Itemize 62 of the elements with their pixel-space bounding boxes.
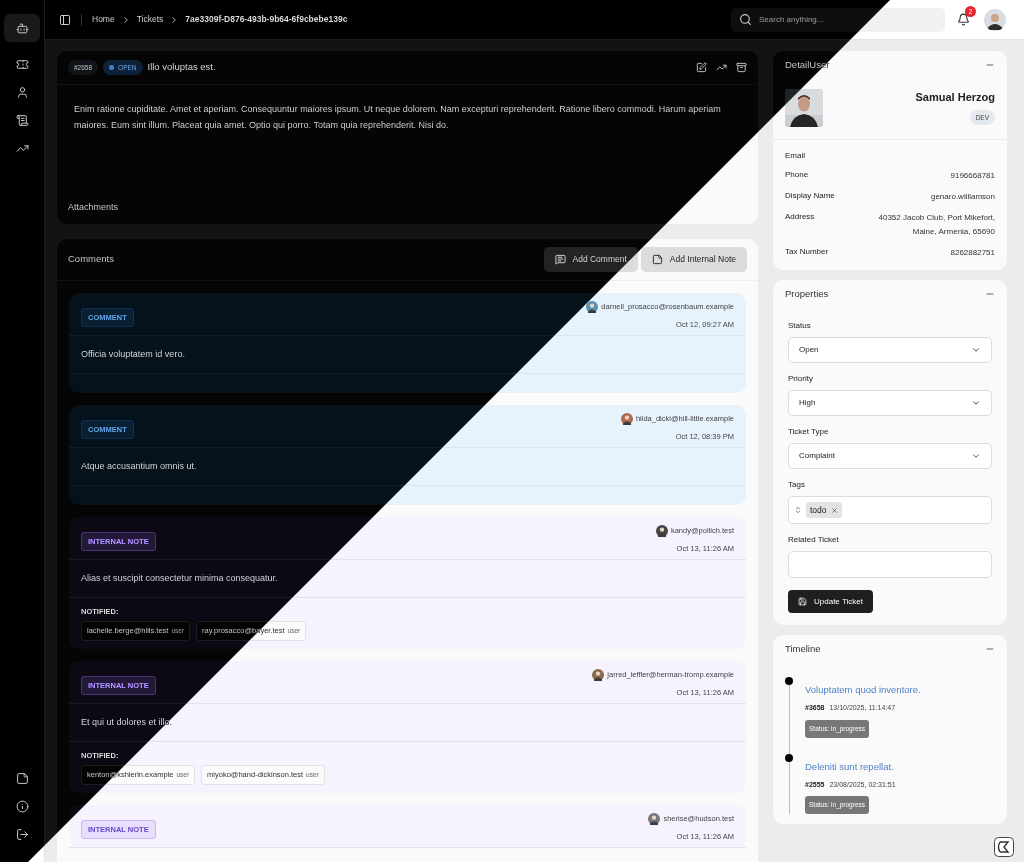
field-label: Priority bbox=[788, 373, 814, 385]
avatar-icon bbox=[655, 525, 668, 537]
comment-text: Atque accusantium omnis ut. bbox=[81, 459, 197, 473]
add-button[interactable]: Add Comment bbox=[543, 247, 638, 272]
ticket-title: Illo voluptas est. bbox=[147, 60, 216, 75]
message-icon bbox=[554, 254, 566, 265]
tag-chip: todo bbox=[806, 501, 842, 519]
comments-title: Comments bbox=[68, 252, 114, 267]
field-label: Address bbox=[785, 211, 815, 223]
panel-title: Timeline bbox=[785, 641, 821, 656]
update-ticket-button[interactable]: Update Ticket bbox=[788, 590, 873, 613]
search-input[interactable]: Search anything... bbox=[759, 13, 937, 26]
avatar-icon bbox=[586, 301, 599, 313]
field-label: Status bbox=[788, 320, 812, 332]
breadcrumb-link[interactable]: Home bbox=[92, 13, 115, 26]
field-label: Ticket Type bbox=[788, 426, 830, 438]
field-value: 40352 Jacob Club, Port Mikefort, Maine, Armenia, 65690 bbox=[877, 212, 995, 238]
attachments-label: Attachments bbox=[67, 200, 120, 214]
field-label: Related Ticket bbox=[788, 534, 840, 546]
user-avatar-icon[interactable] bbox=[984, 8, 1006, 31]
ticket-description: Enim ratione cupiditate. Amet et aperiam. Consequuntur maiores ipsum. Ut neque dolorem. Nam excepturi reprehenderit. Ratione libero commodi. Harum aperiam maiores. Eum sint illum. Placeat quia amet. Optio qui porro. Totam quia reprehenderit. Nisi do. bbox=[73, 103, 722, 132]
user-name: Samual Herzog bbox=[915, 90, 995, 105]
input-field[interactable] bbox=[788, 551, 992, 578]
archive-icon[interactable] bbox=[736, 62, 747, 73]
breadcrumb-link[interactable]: 7ae3309f-D876-493b-9b64-6f9cbebe139c bbox=[185, 13, 348, 26]
edit-icon[interactable] bbox=[696, 62, 707, 73]
timeline-title[interactable]: Voluptatem quod inventore. bbox=[805, 683, 1007, 698]
field-value: genaro.williamson bbox=[930, 191, 995, 203]
up-down-icon bbox=[794, 506, 802, 514]
save-icon bbox=[798, 597, 807, 606]
bell-icon[interactable] bbox=[957, 13, 970, 26]
field-label: Tags bbox=[788, 479, 806, 491]
chevron-down-icon bbox=[971, 451, 981, 461]
note-icon bbox=[651, 254, 663, 265]
select-field[interactable]: Complaint bbox=[788, 443, 992, 469]
field-label: Email bbox=[785, 150, 805, 162]
select-field[interactable]: Open bbox=[788, 337, 992, 363]
comment-text: Alias et suscipit consectetur minima consequatur. bbox=[81, 571, 278, 585]
sidebar-toggle-icon[interactable] bbox=[59, 13, 71, 26]
comment-text: Officia voluptatem id vero. bbox=[81, 347, 185, 361]
breadcrumb-link[interactable]: Tickets bbox=[136, 13, 164, 26]
field-value: 9196668781 bbox=[950, 170, 995, 182]
avatar-icon bbox=[620, 413, 633, 425]
field-value: 8262882751 bbox=[950, 247, 995, 259]
search-field[interactable]: Search anything... bbox=[731, 7, 945, 32]
timeline-title[interactable]: Deleniti sunt repellat. bbox=[805, 759, 1007, 774]
chevron-down-icon bbox=[971, 398, 981, 408]
bot-logo-icon[interactable] bbox=[4, 14, 40, 42]
avatar-icon bbox=[648, 813, 661, 825]
search-icon bbox=[739, 13, 752, 26]
avatar-icon bbox=[592, 669, 605, 681]
field-label: Tax Number bbox=[785, 246, 829, 258]
add-button[interactable]: Add Internal Note bbox=[640, 247, 747, 272]
devtools-logo-icon[interactable] bbox=[994, 837, 1014, 857]
chevron-down-icon bbox=[971, 345, 981, 355]
field-label: Display Name bbox=[785, 190, 835, 202]
field-label: Phone bbox=[785, 169, 809, 181]
remove-icon[interactable] bbox=[830, 506, 838, 514]
chart-line-icon[interactable] bbox=[716, 62, 727, 73]
select-field[interactable]: High bbox=[788, 390, 992, 416]
panel-title: Properties bbox=[785, 286, 829, 301]
tags-field[interactable]: todo bbox=[788, 496, 992, 524]
